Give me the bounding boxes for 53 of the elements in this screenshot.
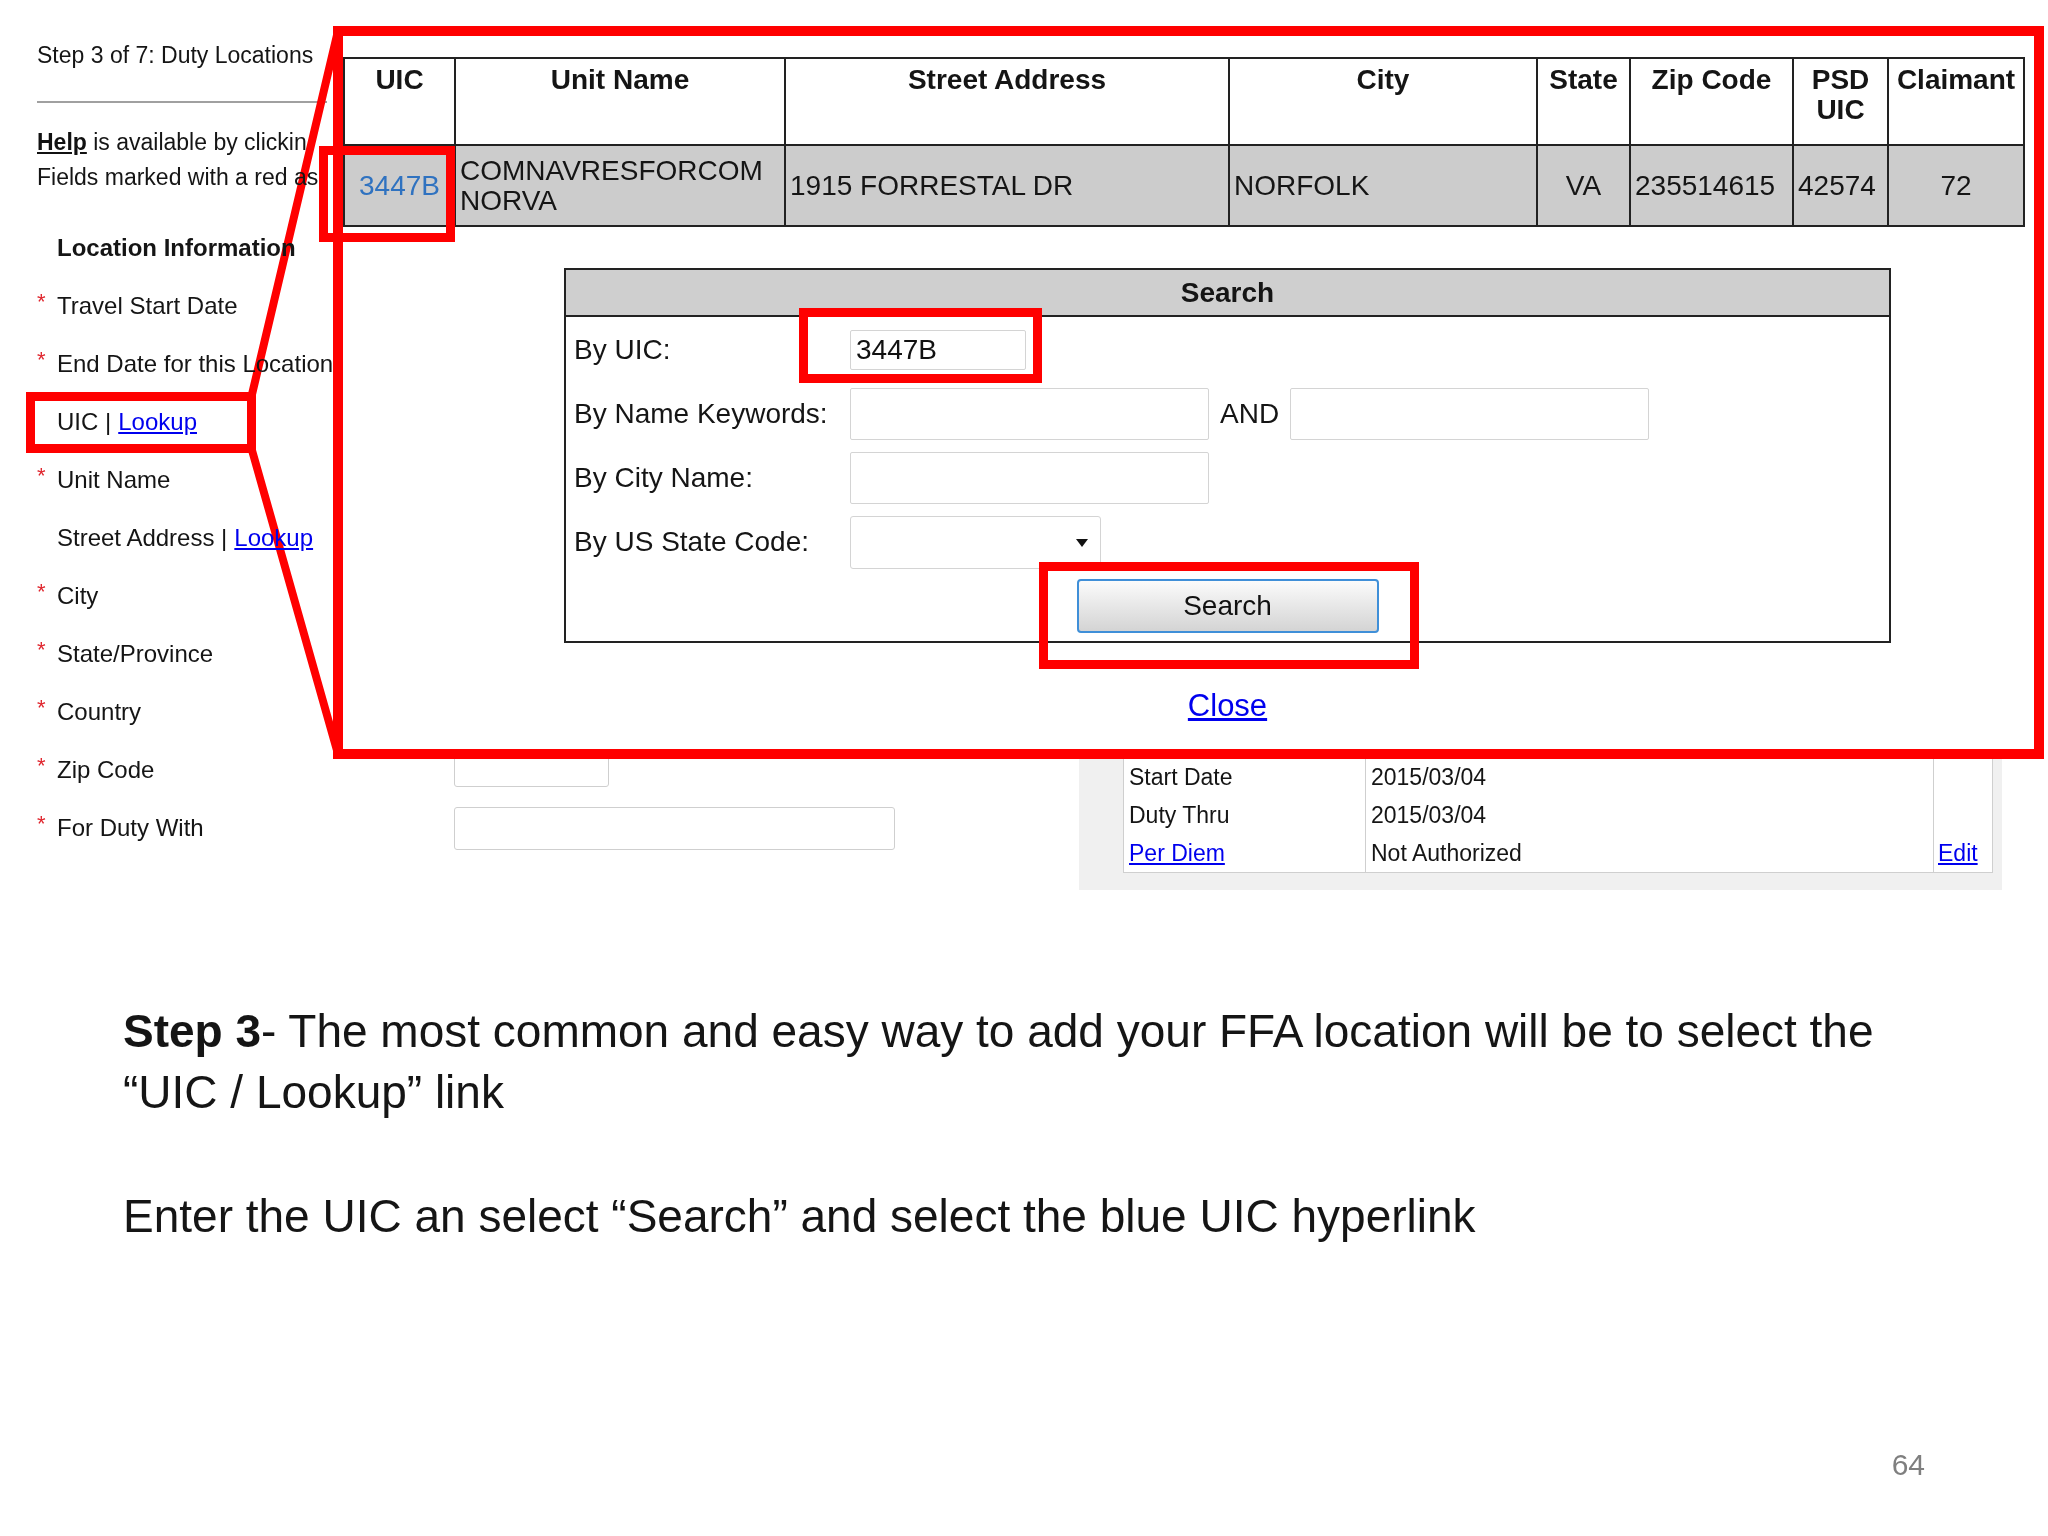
required-marker: * [37, 291, 47, 313]
help-text: Help is available by clickin [37, 128, 307, 157]
text-input[interactable] [850, 452, 1209, 504]
field-label: City [57, 581, 99, 611]
field-label: By US State Code: [574, 525, 810, 559]
page-number: 64 [1891, 1447, 1925, 1483]
column-header: Street Address [785, 58, 1229, 145]
field-label: By Name Keywords: [574, 397, 829, 431]
lookup-link[interactable]: Lookup [118, 407, 197, 437]
table-cell: 1915 FORRESTAL DR [785, 145, 1229, 226]
joiner-label: AND [1220, 397, 1280, 431]
required-marker: * [37, 813, 47, 835]
field-label: For Duty With [57, 813, 204, 843]
field-label: Unit Name [57, 465, 171, 495]
field-label: Zip Code [57, 755, 155, 785]
text-input[interactable] [850, 388, 1209, 440]
field-label: UIC | [57, 407, 112, 437]
required-marker: * [37, 581, 47, 603]
field-label: By City Name: [574, 461, 754, 495]
table-cell: 2015/03/04 [1365, 796, 1934, 834]
table-cell: 235514615 [1630, 145, 1793, 226]
detail-link[interactable]: Per Diem [1129, 839, 1225, 866]
field-label: By UIC: [574, 333, 672, 367]
close-link[interactable]: Close [1187, 688, 1268, 723]
search-button[interactable]: Search [1076, 579, 1379, 633]
table-cell: NORFOLK [1229, 145, 1537, 226]
state-select[interactable] [850, 515, 1101, 569]
table-cell: Duty Thru [1123, 796, 1366, 834]
instruction-text: Enter the UIC an select “Search” and select the blue UIC hyperlink [123, 1189, 1476, 1244]
table-cell: VA [1537, 145, 1630, 226]
field-label: Country [57, 697, 142, 727]
required-marker: * [37, 465, 47, 487]
field-label: State/Province [57, 639, 214, 669]
table-cell: 42574 [1793, 145, 1888, 226]
required-marker: * [37, 349, 47, 371]
caret-icon [1076, 538, 1088, 547]
help-link[interactable]: Help [37, 129, 87, 155]
required-marker: * [37, 697, 47, 719]
instruction-text: Step 3- The most common and easy way to add your FFA location will be to select the “UIC / Lookup” link [123, 1004, 1875, 1120]
required-marker: * [37, 755, 47, 777]
required-marker: * [37, 639, 47, 661]
panel-title: Search [566, 270, 1889, 317]
table-cell: COMNAVRESFORCOM NORVA [455, 145, 785, 226]
column-header: UIC [344, 58, 455, 145]
step-title: Step 3 of 7: Duty Locations [37, 41, 314, 70]
field-label: Travel Start Date [57, 291, 238, 321]
field-label: Street Address | [57, 523, 228, 553]
table-cell: Not Authorized [1365, 834, 1934, 872]
edit-link[interactable]: Edit [1938, 839, 1978, 866]
text-input[interactable]: 3447B [850, 330, 1026, 370]
table-cell: 72 [1888, 145, 2024, 226]
text-input[interactable] [454, 806, 895, 850]
text-input[interactable] [1290, 388, 1650, 440]
